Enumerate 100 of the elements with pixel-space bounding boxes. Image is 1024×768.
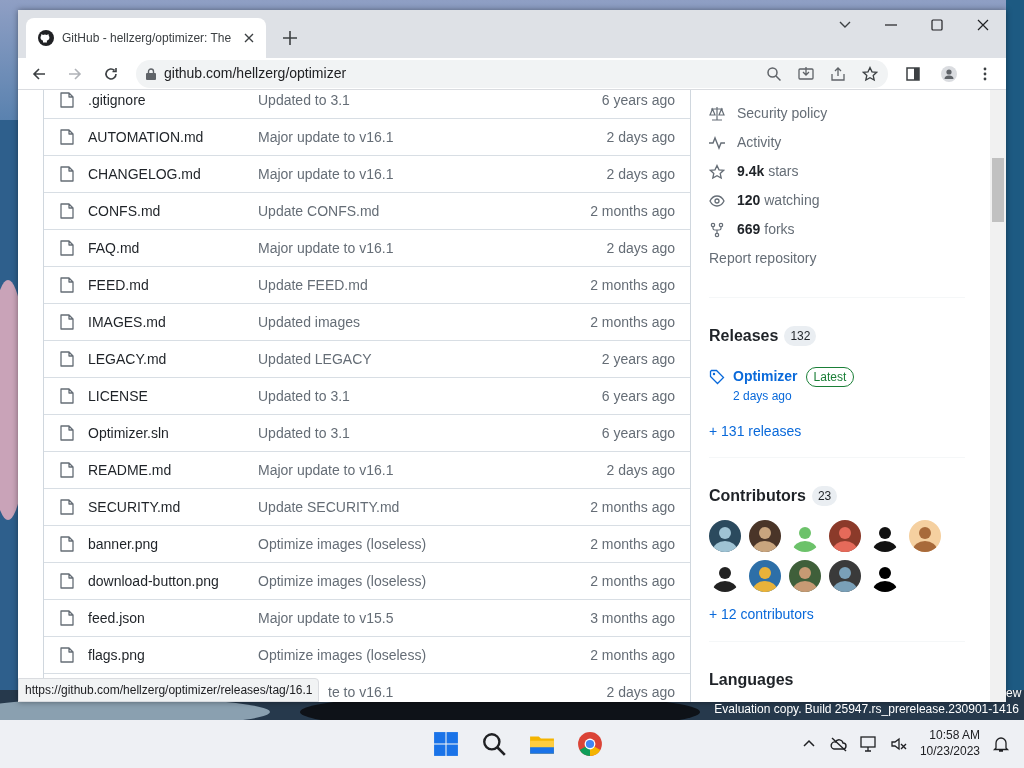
clock[interactable]: 10:58 AM 10/23/2023 bbox=[919, 728, 980, 760]
file-link[interactable]: CONFS.md bbox=[88, 200, 161, 222]
notification-bell-icon[interactable] bbox=[992, 735, 1010, 753]
sidebar-link[interactable]: Report repository bbox=[709, 248, 817, 269]
plus-icon bbox=[283, 31, 297, 45]
commit-message[interactable]: Optimize images (loseless) bbox=[258, 646, 427, 663]
commit-time: 6 years ago bbox=[601, 90, 675, 110]
commit-time: 2 days ago bbox=[606, 238, 675, 258]
commit-message[interactable]: Major update to v16.1 bbox=[258, 128, 394, 145]
file-icon bbox=[60, 203, 74, 219]
file-link[interactable]: SECURITY.md bbox=[88, 496, 181, 518]
install-icon[interactable] bbox=[798, 65, 814, 82]
contributors-link[interactable]: + 12 contributors bbox=[709, 604, 814, 625]
file-icon bbox=[60, 314, 74, 330]
file-icon bbox=[60, 277, 74, 293]
commit-message[interactable]: Update SECURITY.md bbox=[258, 498, 400, 515]
sidebar-link[interactable]: 669 forks bbox=[737, 219, 795, 240]
commit-message[interactable]: Major update to v16.1 bbox=[258, 165, 394, 182]
sidebar-link[interactable]: Security policy bbox=[737, 103, 828, 124]
commit-time: 2 months ago bbox=[590, 201, 675, 221]
scrollbar[interactable] bbox=[990, 90, 1006, 702]
tag-icon bbox=[709, 368, 725, 385]
github-icon bbox=[38, 30, 54, 46]
close-icon[interactable] bbox=[244, 33, 254, 43]
eye-icon bbox=[709, 192, 725, 209]
forward-icon bbox=[67, 65, 83, 82]
scale-icon bbox=[709, 105, 725, 122]
commit-message[interactable]: Major update to v15.5 bbox=[258, 609, 394, 626]
close-icon bbox=[975, 17, 991, 33]
commit-message[interactable]: Updated to 3.1 bbox=[258, 387, 350, 404]
file-link[interactable]: LEGACY.md bbox=[88, 348, 167, 370]
network-icon[interactable] bbox=[859, 735, 878, 753]
minimize-icon bbox=[885, 24, 897, 26]
file-link[interactable]: feed.json bbox=[88, 607, 145, 629]
file-icon bbox=[60, 647, 74, 663]
share-icon[interactable] bbox=[830, 65, 846, 82]
cloud-off-icon[interactable] bbox=[829, 735, 848, 753]
watermark-text: ew bbox=[1006, 685, 1022, 702]
side-panel-icon bbox=[905, 65, 921, 82]
commit-time: 2 months ago bbox=[590, 645, 675, 665]
file-link[interactable]: LICENSE bbox=[88, 385, 148, 407]
count-label: 132 bbox=[784, 326, 817, 346]
file-icon bbox=[60, 499, 74, 515]
file-icon bbox=[60, 536, 74, 552]
browser-tab[interactable]: GitHub - hellzerg/optimizer: The bbox=[26, 18, 266, 58]
commit-message[interactable]: Major update to v16.1 bbox=[258, 461, 394, 478]
releases-link[interactable]: + 131 releases bbox=[709, 421, 802, 442]
release-link[interactable]: Optimizer bbox=[733, 366, 798, 387]
file-link[interactable]: flags.png bbox=[88, 644, 145, 666]
commit-time: 2 days ago bbox=[606, 164, 675, 184]
reload-icon bbox=[103, 65, 119, 82]
commit-time: 6 years ago bbox=[601, 386, 675, 406]
file-link[interactable]: FEED.md bbox=[88, 274, 149, 296]
file-icon bbox=[60, 573, 74, 589]
commit-time: 2 months ago bbox=[590, 497, 675, 517]
commit-message[interactable]: Update FEED.md bbox=[258, 276, 368, 293]
file-link[interactable]: banner.png bbox=[88, 533, 159, 555]
star-icon bbox=[709, 163, 725, 180]
volume-mute-icon[interactable] bbox=[889, 735, 908, 753]
file-icon bbox=[60, 240, 74, 256]
commit-time: 2 days ago bbox=[606, 682, 675, 702]
search-icon[interactable] bbox=[766, 65, 782, 82]
file-link[interactable]: .gitignore bbox=[88, 90, 146, 111]
watermark-text: Evaluation copy. Build 25947.rs_prerelease.230901-1416 bbox=[714, 701, 1019, 718]
sidebar-link[interactable]: 9.4k stars bbox=[737, 161, 799, 182]
release-date: 2 days ago bbox=[733, 388, 793, 405]
file-link[interactable]: IMAGES.md bbox=[88, 311, 166, 333]
file-icon bbox=[60, 610, 74, 626]
sidebar-link[interactable]: Activity bbox=[737, 132, 782, 153]
commit-message[interactable]: Updated images bbox=[258, 313, 360, 330]
start-icon bbox=[433, 731, 459, 757]
address-bar[interactable]: github.com/hellzerg/optimizer bbox=[136, 59, 888, 88]
bookmark-star-icon[interactable] bbox=[862, 65, 878, 82]
maximize-icon bbox=[929, 17, 945, 33]
fork-icon bbox=[709, 221, 725, 238]
file-link[interactable]: FAQ.md bbox=[88, 237, 140, 259]
profile-icon bbox=[941, 65, 957, 82]
file-link[interactable]: CHANGELOG.md bbox=[88, 163, 201, 185]
commit-message[interactable]: Updated to 3.1 bbox=[258, 424, 350, 441]
file-icon bbox=[60, 92, 74, 108]
pulse-icon bbox=[709, 134, 725, 151]
commit-message[interactable]: Optimize images (loseless) bbox=[258, 535, 427, 552]
file-icon bbox=[60, 351, 74, 367]
commit-time: 2 months ago bbox=[590, 534, 675, 554]
file-link[interactable]: download-button.png bbox=[88, 570, 219, 592]
commit-message[interactable]: Updated LEGACY bbox=[258, 350, 372, 367]
file-link[interactable]: Optimizer.sln bbox=[88, 422, 169, 444]
commit-message[interactable]: te to v16.1 bbox=[328, 683, 394, 700]
file-link[interactable]: AUTOMATION.md bbox=[88, 126, 204, 148]
commit-message[interactable]: Optimize images (loseless) bbox=[258, 572, 427, 589]
commit-message[interactable]: Update CONFS.md bbox=[258, 202, 380, 219]
file-link[interactable]: README.md bbox=[88, 459, 172, 481]
file-icon bbox=[60, 462, 74, 478]
commit-time: 2 years ago bbox=[601, 349, 675, 369]
commit-message[interactable]: Major update to v16.1 bbox=[258, 239, 394, 256]
commit-time: 2 days ago bbox=[606, 460, 675, 480]
file-icon bbox=[60, 166, 74, 182]
commit-message[interactable]: Updated to 3.1 bbox=[258, 91, 350, 108]
sidebar-link[interactable]: 120 watching bbox=[737, 190, 820, 211]
browser-icon bbox=[577, 731, 603, 757]
